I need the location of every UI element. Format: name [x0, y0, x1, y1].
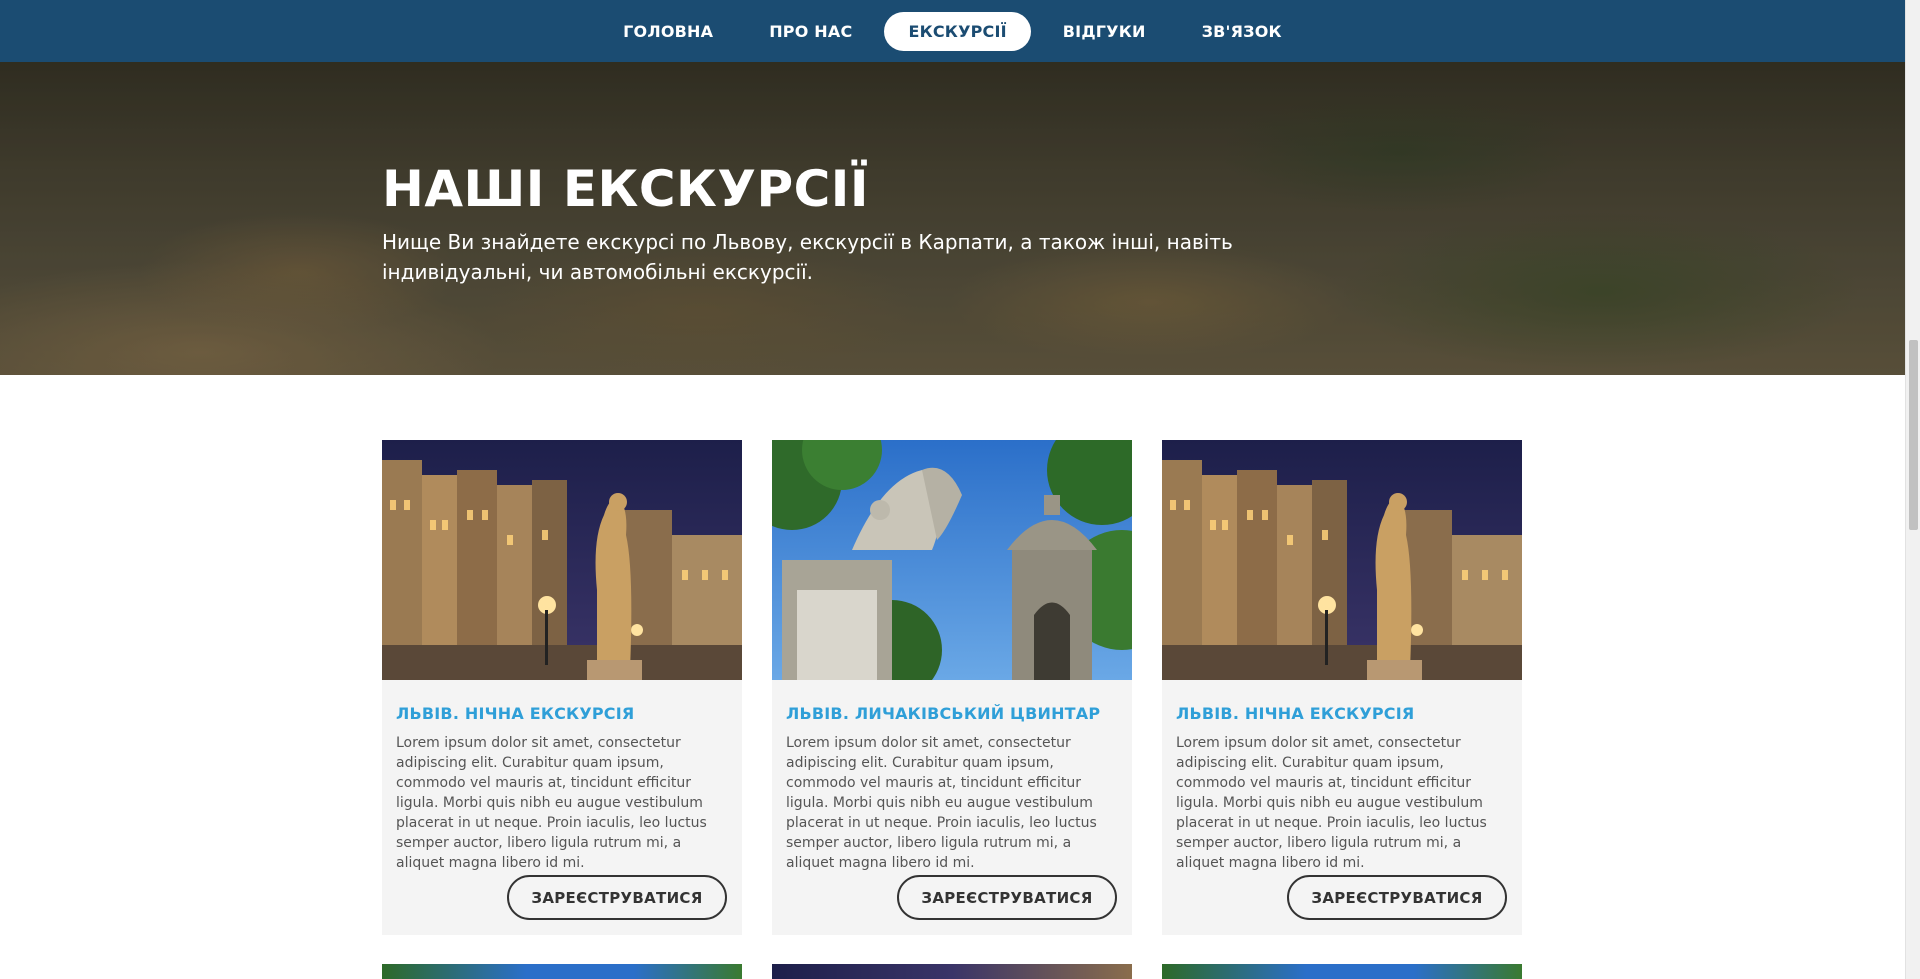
tour-card: ЛЬВІВ. НІЧНА ЕКСКУРСІЯ Lorem ipsum dolor…: [1162, 440, 1522, 935]
register-button[interactable]: ЗАРЕЄСТРУВАТИСЯ: [897, 875, 1117, 920]
nav-item-home[interactable]: ГОЛОВНА: [599, 12, 737, 51]
tour-image-night-square: [382, 440, 742, 680]
tour-description: Lorem ipsum dolor sit amet, consectetur …: [786, 735, 1097, 871]
tour-image-night-square: [1162, 440, 1522, 680]
tour-card: ЛЬВІВ. ЛИЧАКІВСЬКИЙ ЦВИНТАР Lorem ipsum …: [772, 440, 1132, 935]
tour-description: Lorem ipsum dolor sit amet, consectetur …: [396, 735, 707, 871]
tour-card-image-peek: [382, 964, 742, 979]
tour-card-image-peek: [772, 964, 1132, 979]
register-button[interactable]: ЗАРЕЄСТРУВАТИСЯ: [507, 875, 727, 920]
scrollbar-thumb[interactable]: [1909, 340, 1918, 530]
nav-item-about[interactable]: ПРО НАС: [745, 12, 876, 51]
nav-item-tours[interactable]: ЕКСКУРСІЇ: [884, 11, 1031, 51]
page-scrollbar[interactable]: [1905, 0, 1920, 979]
tour-description: Lorem ipsum dolor sit amet, consectetur …: [1176, 735, 1487, 871]
tour-image-cemetery: [772, 440, 1132, 680]
main-nav: ГОЛОВНА ПРО НАС ЕКСКУРСІЇ ВІДГУКИ ЗВ'ЯЗО…: [0, 0, 1905, 62]
register-button[interactable]: ЗАРЕЄСТРУВАТИСЯ: [1287, 875, 1507, 920]
tour-card: ЛЬВІВ. НІЧНА ЕКСКУРСІЯ Lorem ipsum dolor…: [382, 440, 742, 935]
nav-item-contact[interactable]: ЗВ'ЯЗОК: [1178, 12, 1306, 51]
tour-cards-next-row: [382, 964, 1522, 979]
nav-item-reviews[interactable]: ВІДГУКИ: [1039, 12, 1170, 51]
tour-title[interactable]: ЛЬВІВ. НІЧНА ЕКСКУРСІЯ: [1176, 704, 1508, 723]
tour-card-image-peek: [1162, 964, 1522, 979]
hero-banner: НАШІ ЕКСКУРСІЇ Нище Ви знайдете екскурсі…: [0, 62, 1905, 375]
tour-title[interactable]: ЛЬВІВ. НІЧНА ЕКСКУРСІЯ: [396, 704, 728, 723]
page-title: НАШІ ЕКСКУРСІЇ: [382, 160, 870, 218]
tour-cards: ЛЬВІВ. НІЧНА ЕКСКУРСІЯ Lorem ipsum dolor…: [382, 440, 1522, 935]
tour-title[interactable]: ЛЬВІВ. ЛИЧАКІВСЬКИЙ ЦВИНТАР: [786, 704, 1118, 723]
hero-subtitle: Нище Ви знайдете екскурсі по Львову, екс…: [382, 230, 1233, 284]
